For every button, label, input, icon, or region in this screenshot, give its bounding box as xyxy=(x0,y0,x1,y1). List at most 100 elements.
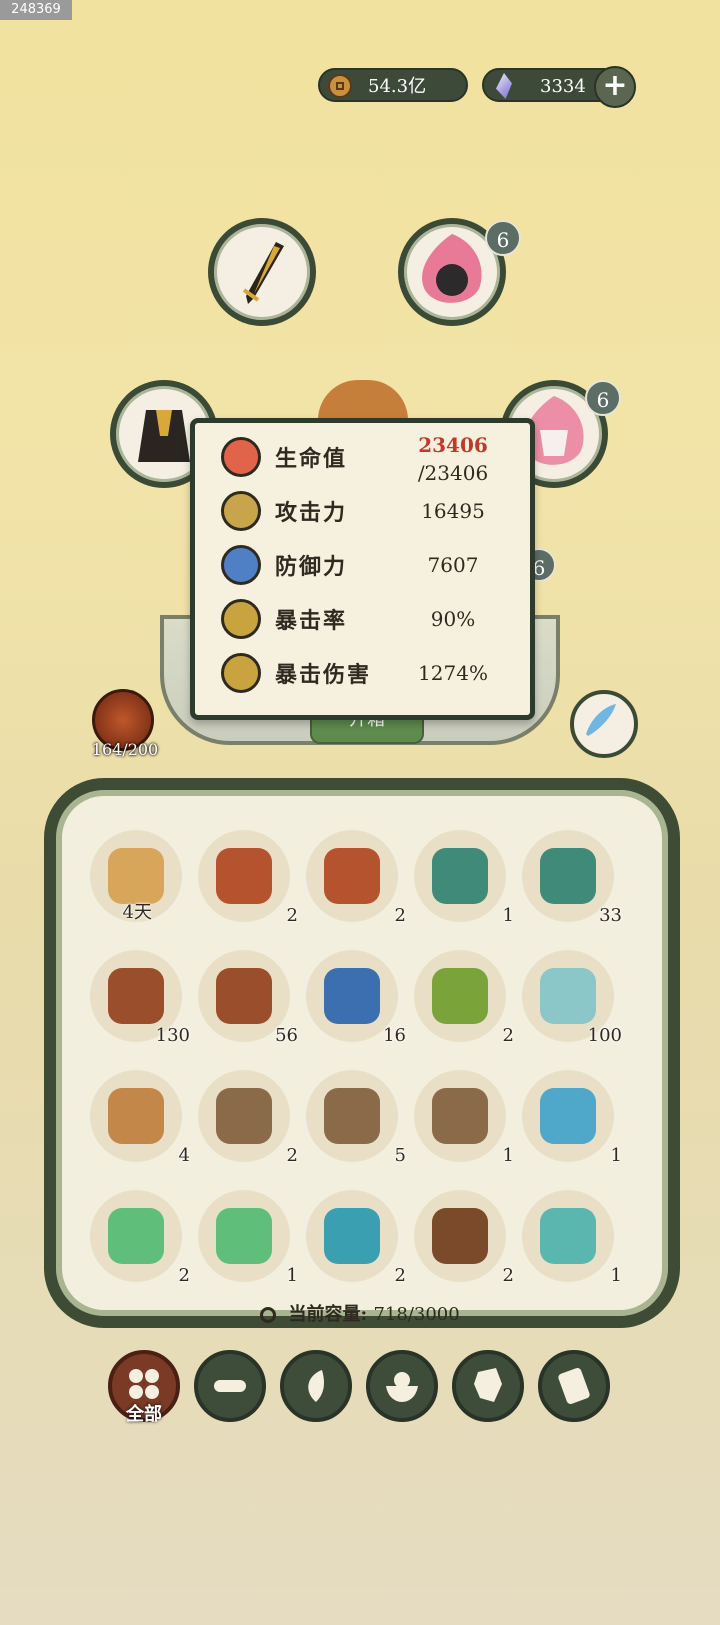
ore-icon xyxy=(474,1368,502,1402)
stat-label: 攻击力 xyxy=(275,500,348,526)
item-quantity: 2 xyxy=(394,1265,406,1286)
brown-chest-icon xyxy=(108,968,164,1024)
item-quantity: 4 xyxy=(178,1145,190,1166)
gem-balance: 3334 + xyxy=(482,66,636,108)
item-quantity: 2 xyxy=(286,905,298,926)
gem-icon xyxy=(496,73,512,99)
tab-all[interactable]: 全部 xyxy=(108,1350,180,1425)
coin-balance: 54.3亿 xyxy=(318,68,468,102)
tab-food[interactable] xyxy=(366,1350,438,1422)
watermark-id: 248369 xyxy=(0,0,72,20)
inventory-item[interactable]: 2 xyxy=(306,830,406,926)
capacity-readout: 当前容量: 718/3000 xyxy=(200,1300,520,1326)
inventory-item[interactable]: 1 xyxy=(522,1190,622,1286)
inventory-item[interactable]: 4天 xyxy=(90,830,182,923)
item-quantity: 56 xyxy=(275,1025,298,1046)
crit-damage-icon xyxy=(221,653,261,693)
item-quantity: 2 xyxy=(502,1025,514,1046)
inventory-item[interactable]: 16 xyxy=(306,950,406,1046)
item-quantity: 4天 xyxy=(122,902,152,923)
sword-icon xyxy=(221,491,261,531)
item-quantity: 2 xyxy=(502,1265,514,1286)
pearls-icon xyxy=(540,1208,596,1264)
book-2-icon xyxy=(324,1088,380,1144)
item-quantity: 1 xyxy=(502,1145,514,1166)
book-3-icon xyxy=(432,1088,488,1144)
item-quantity: 2 xyxy=(394,905,406,926)
green-chest-icon xyxy=(432,848,488,904)
inventory-item[interactable]: 1 xyxy=(198,1190,298,1286)
inventory-item[interactable]: 1 xyxy=(522,1070,622,1166)
inventory-item[interactable]: 2 xyxy=(198,830,298,926)
feather-icon xyxy=(586,704,616,736)
red-chest-2-icon xyxy=(324,848,380,904)
sword-icon xyxy=(242,242,284,304)
inventory-item[interactable]: 2 xyxy=(90,1190,190,1286)
inventory-item[interactable]: 2 xyxy=(306,1190,406,1286)
snake-spirit-badge: 6 xyxy=(485,220,521,256)
seeds-icon xyxy=(432,1208,488,1264)
heart-icon xyxy=(221,437,261,477)
inventory-item[interactable]: 2 xyxy=(198,1070,298,1166)
stat-label: 暴击率 xyxy=(275,608,348,634)
stat-row-crit-rate: 暴击率 90% xyxy=(213,593,533,643)
scroll-icon xyxy=(108,848,164,904)
inventory-item[interactable]: 33 xyxy=(522,830,622,926)
add-gems-button[interactable]: + xyxy=(594,66,636,108)
inventory-item[interactable]: 1 xyxy=(414,830,514,926)
inventory-grid: 4天 2 2 1 33 130 56 16 2 100 4 2 5 1 1 2 1 2 2 1 xyxy=(90,830,650,1290)
stat-row-attack: 攻击力 16495 xyxy=(213,485,533,535)
item-quantity: 1 xyxy=(610,1145,622,1166)
potion-icon xyxy=(108,1208,164,1264)
stats-popup: 生命值 23406 /23406 攻击力 16495 防御力 7607 暴击率 … xyxy=(190,418,535,720)
fish-icon xyxy=(540,1088,596,1144)
coin-amount: 54.3亿 xyxy=(368,76,427,97)
person-icon xyxy=(221,545,261,585)
inventory-item[interactable]: 5 xyxy=(306,1070,406,1166)
bowl-icon xyxy=(386,1372,418,1402)
log-icon xyxy=(214,1380,246,1392)
stat-row-hp: 生命值 23406 /23406 xyxy=(213,431,533,485)
stat-label: 暴击伤害 xyxy=(275,662,372,688)
feather-slot[interactable] xyxy=(570,690,638,758)
pouch-icon xyxy=(108,1088,164,1144)
crit-icon xyxy=(221,599,261,639)
inventory-item[interactable]: 2 xyxy=(414,1190,514,1286)
stat-label: 生命值 xyxy=(275,446,348,472)
inventory-item[interactable]: 2 xyxy=(414,950,514,1046)
scroll-icon xyxy=(558,1367,590,1405)
tab-ore[interactable] xyxy=(452,1350,524,1422)
gem-amount: 3334 xyxy=(540,76,586,97)
stat-value: 23406 xyxy=(418,433,488,457)
beast-soul-icon xyxy=(324,1208,380,1264)
hero-count: 164/200 xyxy=(91,740,159,759)
stat-value: 7607 xyxy=(427,553,479,577)
inventory-item[interactable]: 4 xyxy=(90,1070,190,1166)
tab-all-label: 全部 xyxy=(126,1404,162,1425)
equip-slot-weapon[interactable] xyxy=(208,218,316,326)
inventory-item[interactable]: 1 xyxy=(414,1070,514,1166)
stat-label: 防御力 xyxy=(275,554,348,580)
item-quantity: 2 xyxy=(178,1265,190,1286)
blue-chest-icon xyxy=(324,968,380,1024)
book-icon xyxy=(216,1088,272,1144)
inventory-item[interactable]: 130 xyxy=(90,950,190,1046)
tab-herb[interactable] xyxy=(280,1350,352,1422)
brown-chest-2-icon xyxy=(216,968,272,1024)
inventory-item[interactable]: 100 xyxy=(522,950,622,1046)
item-quantity: 1 xyxy=(502,905,514,926)
stat-row-defense: 防御力 7607 xyxy=(213,539,533,589)
potion-2-icon xyxy=(216,1208,272,1264)
stat-value: 16495 xyxy=(421,499,485,523)
tab-scroll[interactable] xyxy=(538,1350,610,1422)
inventory-item[interactable]: 56 xyxy=(198,950,298,1046)
item-quantity: 2 xyxy=(286,1145,298,1166)
tab-wood[interactable] xyxy=(194,1350,266,1422)
center-ornament xyxy=(318,380,408,420)
spirit-stone-icon xyxy=(540,968,596,1024)
capacity-label: 当前容量: xyxy=(288,1304,368,1325)
item-quantity: 16 xyxy=(383,1025,406,1046)
item-quantity: 1 xyxy=(286,1265,298,1286)
coin-icon xyxy=(328,74,352,98)
stat-value: 90% xyxy=(430,607,476,631)
